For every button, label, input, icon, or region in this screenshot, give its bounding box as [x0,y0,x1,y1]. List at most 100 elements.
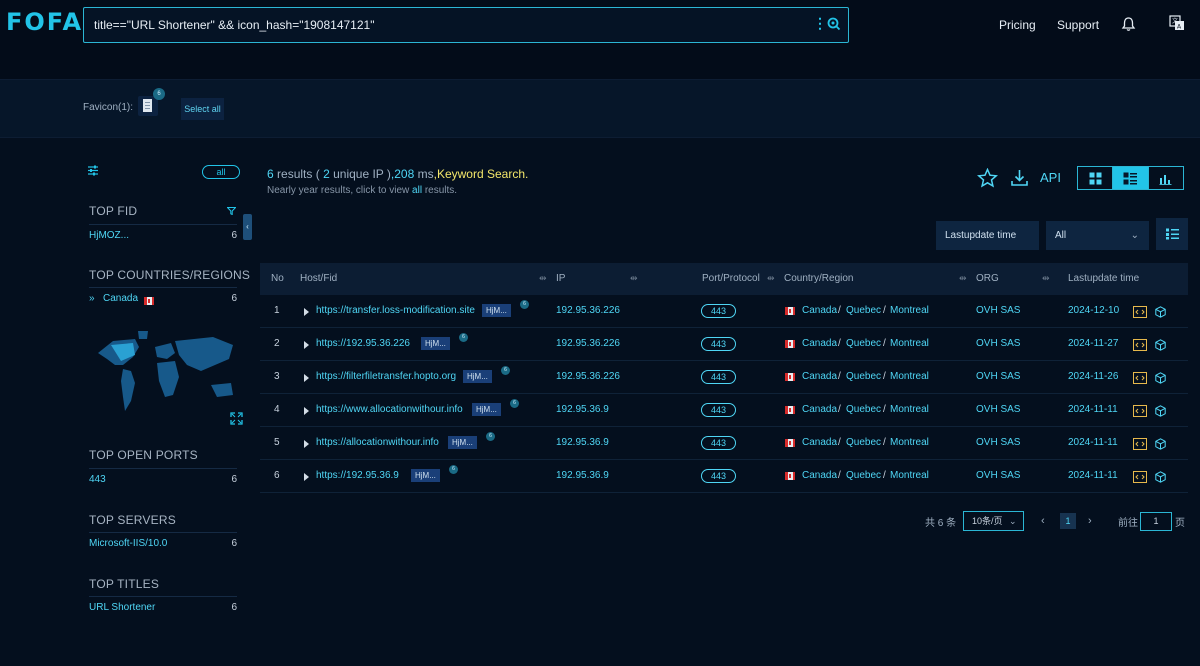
host-link[interactable]: https://www.allocationwithour.info [316,404,463,415]
fid-tag[interactable]: HjM... [463,370,492,383]
select-all-button[interactable]: Select all [181,98,224,120]
fid-tag[interactable]: HjM... [421,337,450,350]
prev-page-icon[interactable]: ‹ [1041,515,1045,527]
region-link[interactable]: Quebec [846,437,881,448]
code-icon[interactable] [1133,372,1147,387]
goto-page-input[interactable]: 1 [1140,512,1172,531]
region-link[interactable]: Quebec [846,470,881,481]
collapse-sidebar-icon[interactable]: ‹ [243,214,252,240]
country-link[interactable]: Canada [802,404,837,415]
current-page-button[interactable]: 1 [1060,513,1076,529]
org-link[interactable]: OVH SAS [976,305,1020,316]
code-icon[interactable] [1133,438,1147,453]
table-row[interactable]: 6 https://192.95.36.9 HjM... 6 192.95.36.9 44… [260,460,1188,493]
ip-link[interactable]: 192.95.36.9 [556,470,609,481]
top-fid-name[interactable]: HjMOZ... [89,230,129,241]
port-badge[interactable]: 443 [701,370,736,384]
filter-dropdown[interactable]: All ⌄ [1046,221,1149,250]
cube-icon[interactable] [1155,339,1166,354]
fid-tag[interactable]: HjM... [482,304,511,317]
port-badge[interactable]: 443 [701,337,736,351]
host-link[interactable]: https://transfer.loss-modification.site [316,305,475,316]
ip-link[interactable]: 192.95.36.226 [556,305,620,316]
more-vertical-icon[interactable]: ⋮ [813,15,827,32]
cube-icon[interactable] [1155,372,1166,387]
port-badge[interactable]: 443 [701,469,736,483]
ip-link[interactable]: 192.95.36.226 [556,371,620,382]
next-page-icon[interactable]: › [1088,515,1092,527]
nav-support[interactable]: Support [1057,18,1099,32]
table-row[interactable]: 2 https://192.95.36.226 HjM... 6 192.95.36.2… [260,328,1188,361]
port-badge[interactable]: 443 [701,304,736,318]
search-box[interactable]: title=="URL Shortener" && icon_hash="190… [83,7,849,43]
port-badge[interactable]: 443 [701,436,736,450]
org-link[interactable]: OVH SAS [976,371,1020,382]
host-link[interactable]: https://192.95.36.226 [316,338,410,349]
filter-settings-icon[interactable] [87,165,99,179]
column-resize-icon[interactable]: ⇹ [1042,273,1050,284]
cube-icon[interactable] [1155,471,1166,486]
city-link[interactable]: Montreal [890,470,929,481]
column-resize-icon[interactable]: ⇹ [539,273,547,284]
code-icon[interactable] [1133,471,1147,486]
top-fid-item[interactable]: HjMOZ... 6 [89,224,237,244]
list-view-button[interactable] [1113,167,1149,189]
search-icon[interactable] [827,17,841,31]
region-link[interactable]: Quebec [846,404,881,415]
expand-row-icon[interactable] [304,407,309,415]
ip-link[interactable]: 192.95.36.9 [556,404,609,415]
table-row[interactable]: 5 https://allocationwithour.info HjM... 6 19… [260,427,1188,460]
expand-row-icon[interactable] [304,341,309,349]
column-settings-button[interactable] [1156,218,1188,250]
country-link[interactable]: Canada [802,437,837,448]
cube-icon[interactable] [1155,306,1166,321]
region-link[interactable]: Quebec [846,371,881,382]
expand-row-icon[interactable] [304,440,309,448]
code-icon[interactable] [1133,405,1147,420]
star-icon[interactable] [977,168,998,188]
ip-link[interactable]: 192.95.36.9 [556,437,609,448]
org-link[interactable]: OVH SAS [976,437,1020,448]
translate-icon[interactable]: 文 A [1169,15,1185,31]
city-link[interactable]: Montreal [890,437,929,448]
city-link[interactable]: Montreal [890,404,929,415]
expand-icon[interactable] [230,412,243,425]
table-row[interactable]: 1 https://transfer.loss-modification.site… [260,295,1188,328]
org-link[interactable]: OVH SAS [976,470,1020,481]
view-all-link[interactable]: all [412,185,422,196]
code-icon[interactable] [1133,339,1147,354]
city-link[interactable]: Montreal [890,305,929,316]
cube-icon[interactable] [1155,438,1166,453]
all-toggle[interactable]: all [202,165,240,179]
country-link[interactable]: Canada [802,470,837,481]
region-link[interactable]: Quebec [846,338,881,349]
sort-dropdown[interactable]: Lastupdate time ⌄ [936,221,1039,270]
country-link[interactable]: Canada [802,371,837,382]
page-size-select[interactable]: 10条/页 ⌄ [963,511,1024,531]
country-link[interactable]: Canada [802,305,837,316]
table-row[interactable]: 4 https://www.allocationwithour.info HjM..… [260,394,1188,427]
top-server-item[interactable]: Microsoft-IIS/10.0 6 [89,532,237,552]
top-country-name[interactable]: Canada [103,293,138,304]
fid-tag[interactable]: HjM... [411,469,440,482]
expand-row-icon[interactable] [304,374,309,382]
fid-tag[interactable]: HjM... [472,403,501,416]
city-link[interactable]: Montreal [890,371,929,382]
download-icon[interactable] [1010,168,1029,187]
top-port-item[interactable]: 443 6 [89,468,237,488]
stats-view-button[interactable] [1149,167,1183,189]
top-country-item[interactable]: » Canada 6 [89,287,237,307]
search-input[interactable]: title=="URL Shortener" && icon_hash="190… [94,18,374,32]
api-button[interactable]: API [1040,170,1061,185]
code-icon[interactable] [1133,306,1147,321]
funnel-icon[interactable] [227,207,236,215]
grid-view-button[interactable] [1078,167,1114,189]
org-link[interactable]: OVH SAS [976,404,1020,415]
org-link[interactable]: OVH SAS [976,338,1020,349]
top-title-name[interactable]: URL Shortener [89,602,155,613]
city-link[interactable]: Montreal [890,338,929,349]
cube-icon[interactable] [1155,405,1166,420]
expand-row-icon[interactable] [304,308,309,316]
top-port-name[interactable]: 443 [89,474,106,485]
top-server-name[interactable]: Microsoft-IIS/10.0 [89,538,167,549]
